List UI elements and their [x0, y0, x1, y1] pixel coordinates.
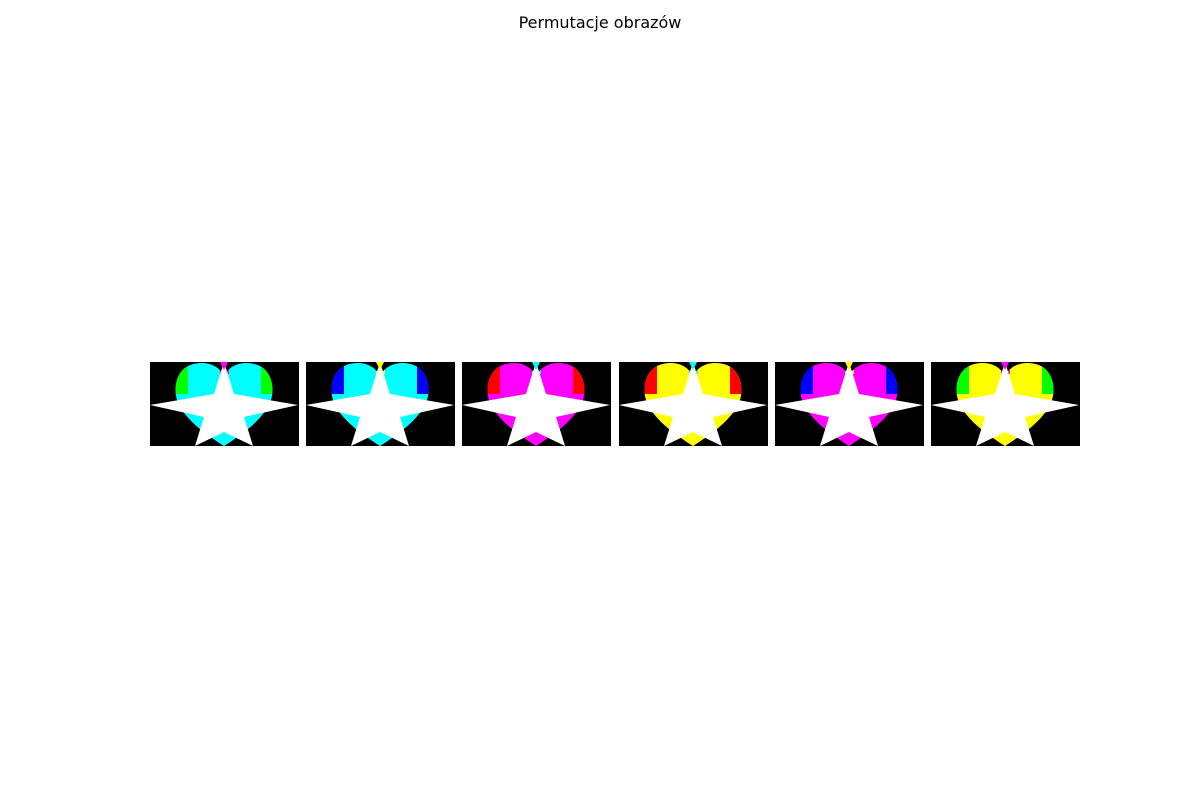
image-panel-6 [931, 362, 1080, 446]
image-panel-3 [462, 362, 611, 446]
image-panel-row [0, 362, 1200, 446]
image-panel-5 [775, 362, 924, 446]
permutation-image-2 [306, 362, 455, 446]
permutation-image-5 [775, 362, 924, 446]
image-panel-2 [306, 362, 455, 446]
permutation-image-4 [619, 362, 768, 446]
permutation-image-3 [462, 362, 611, 446]
image-panel-1 [150, 362, 299, 446]
figure-title: Permutacje obrazów [518, 13, 682, 32]
permutation-image-6 [931, 362, 1080, 446]
image-panel-4 [619, 362, 768, 446]
permutation-image-1 [150, 362, 299, 446]
